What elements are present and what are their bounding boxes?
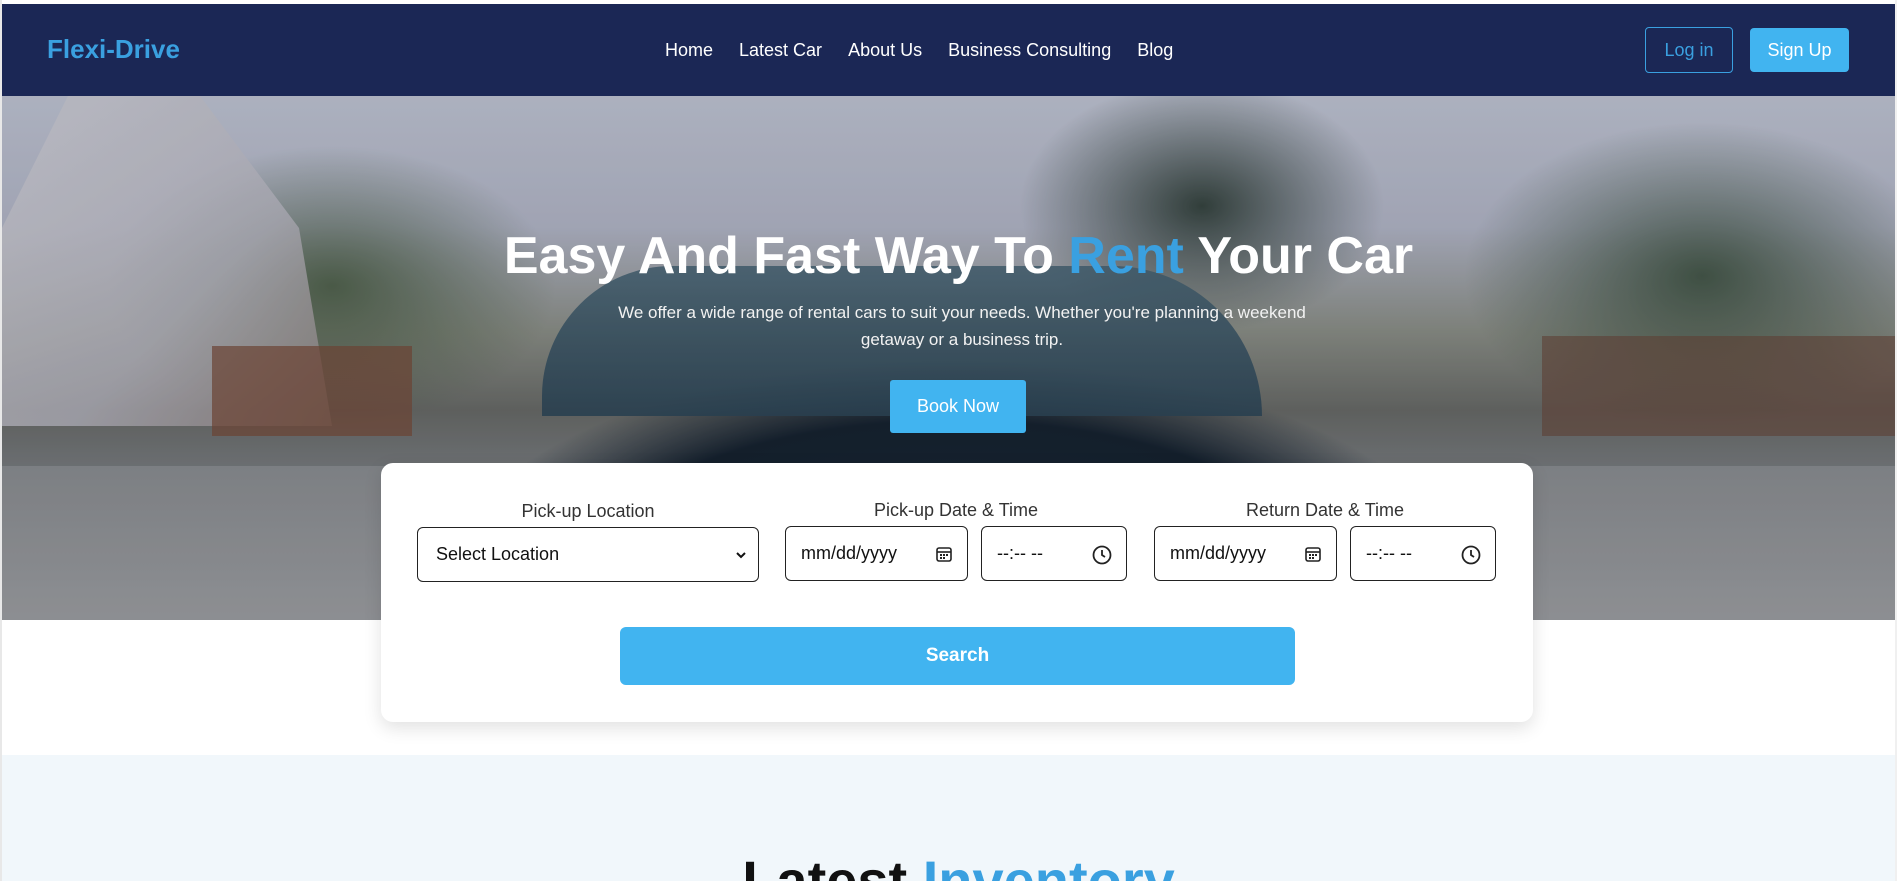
return-time-placeholder: --:-- -- <box>1366 543 1412 563</box>
nav-link-about-us[interactable]: About Us <box>848 40 922 61</box>
signup-button[interactable]: Sign Up <box>1750 28 1849 72</box>
top-navbar: Flexi-Drive Home Latest Car About Us Bus… <box>2 4 1895 96</box>
hero-subtitle: We offer a wide range of rental cars to … <box>618 303 1306 349</box>
nav-link-blog[interactable]: Blog <box>1137 40 1173 61</box>
pickup-location-select[interactable]: Select Location <box>417 527 759 582</box>
nav-links: Home Latest Car About Us Business Consul… <box>665 40 1199 61</box>
return-time-input[interactable]: --:-- -- <box>1350 526 1496 581</box>
return-datetime-label: Return Date & Time <box>1245 500 1405 520</box>
calendar-icon[interactable] <box>1304 545 1322 568</box>
clock-icon[interactable] <box>1092 545 1112 570</box>
inventory-title-accent: Inventory <box>922 849 1175 881</box>
search-button[interactable]: Search <box>620 627 1295 685</box>
calendar-icon[interactable] <box>935 545 953 568</box>
brand-logo[interactable]: Flexi-Drive <box>47 34 180 65</box>
pickup-date-input[interactable]: mm/dd/yyyy <box>785 526 968 581</box>
clock-icon[interactable] <box>1461 545 1481 570</box>
hero-title-part1: Easy And Fast Way To <box>503 227 1069 285</box>
nav-link-latest-car[interactable]: Latest Car <box>739 40 822 61</box>
inventory-title: Latest Inventory <box>2 848 1897 881</box>
hero-title: Easy And Fast Way To Rent Your Car <box>2 226 1895 286</box>
pickup-datetime-label: Pick-up Date & Time <box>873 500 1039 520</box>
chevron-down-icon <box>734 546 748 569</box>
inventory-title-part1: Latest <box>742 849 923 881</box>
pickup-date-placeholder: mm/dd/yyyy <box>801 543 898 563</box>
search-card: Pick-up Location Select Location Pick-up… <box>381 463 1533 722</box>
hero-title-part2: Your Car <box>1183 227 1414 285</box>
nav-link-business-consulting[interactable]: Business Consulting <box>948 40 1111 61</box>
page: Flexi-Drive Home Latest Car About Us Bus… <box>0 0 1897 881</box>
login-button[interactable]: Log in <box>1645 27 1733 73</box>
pickup-time-placeholder: --:-- -- <box>997 543 1043 563</box>
latest-inventory-section: Latest Inventory <box>2 755 1895 881</box>
pickup-time-input[interactable]: --:-- -- <box>981 526 1127 581</box>
pickup-location-label: Pick-up Location <box>521 501 655 521</box>
book-now-button[interactable]: Book Now <box>890 380 1026 433</box>
return-date-placeholder: mm/dd/yyyy <box>1170 543 1267 563</box>
pickup-location-value: Select Location <box>436 544 560 564</box>
nav-link-home[interactable]: Home <box>665 40 713 61</box>
return-date-input[interactable]: mm/dd/yyyy <box>1154 526 1337 581</box>
window-left-edge <box>0 0 2 881</box>
hero-title-accent: Rent <box>1068 227 1184 285</box>
